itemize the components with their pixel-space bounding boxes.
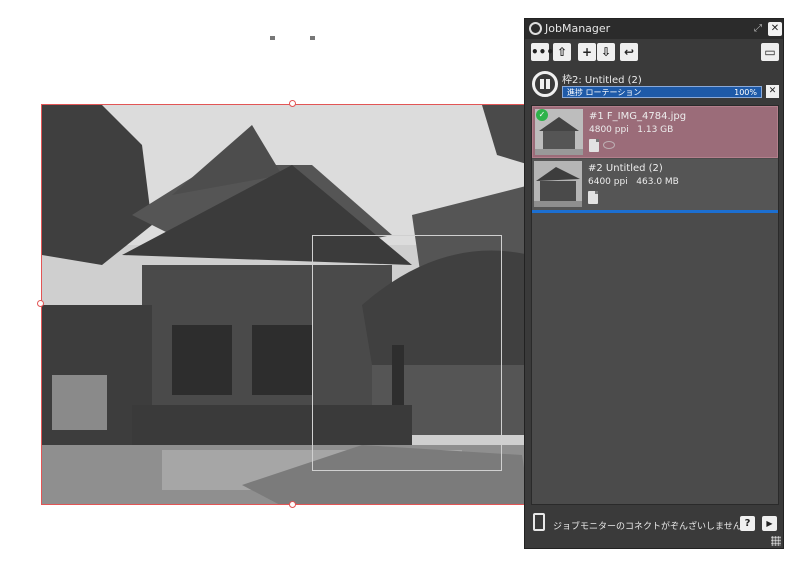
rotate-button[interactable]: ↩ (620, 43, 638, 61)
job-list[interactable]: ✓ #1 F_IMG_4784.jpg 4800 ppi 1.13 GB #2 … (531, 105, 779, 505)
progress-percent: 100% (734, 88, 757, 97)
progress-bar: 進捗 ローテーション 100% (562, 86, 762, 98)
job-item[interactable]: ✓ #1 F_IMG_4784.jpg 4800 ppi 1.13 GB (532, 106, 778, 158)
job-name: #2 Untitled (2) (588, 163, 663, 174)
move-down-button[interactable]: ⇩ (597, 43, 615, 61)
connection-status: ジョブモニターのコネクトがぞんざいしません (553, 522, 742, 532)
job-thumbnail (534, 161, 582, 207)
selection-handle-top[interactable] (289, 100, 296, 107)
job-info: 4800 ppi 1.13 GB (589, 125, 674, 135)
panel-title: JobManager (545, 22, 611, 35)
guide-marker (270, 36, 275, 40)
cancel-job-button[interactable]: ✕ (766, 85, 779, 98)
job-info: 6400 ppi 463.0 MB (588, 177, 679, 187)
clipboard-icon[interactable]: ▭ (761, 43, 779, 61)
start-button[interactable]: ▶ (762, 516, 777, 531)
document-icon (589, 139, 599, 152)
crop-guide[interactable] (312, 235, 502, 471)
pause-icon (546, 79, 550, 89)
app-logo-icon (529, 22, 542, 35)
drop-indicator (532, 210, 778, 213)
selection-handle-bottom[interactable] (289, 501, 296, 508)
resize-grip-icon[interactable] (771, 536, 781, 546)
help-button[interactable]: ? (740, 516, 755, 531)
preview-eye-icon[interactable] (603, 141, 615, 149)
photo-selection[interactable] (41, 104, 529, 505)
completed-check-icon: ✓ (536, 109, 548, 121)
document-icon (588, 191, 598, 204)
panel-titlebar[interactable]: JobManager ⤢ ✕ (525, 19, 783, 39)
progress-label: 進捗 ローテーション (567, 88, 642, 97)
more-options-button[interactable]: ••• (531, 43, 554, 61)
close-button[interactable]: ✕ (768, 22, 782, 36)
job-name: #1 F_IMG_4784.jpg (589, 111, 687, 122)
current-job-title: 枠2: Untitled (2) (562, 75, 642, 86)
job-manager-panel: JobManager ⤢ ✕ ••• ⇧ + ⇩ ↩ ▭ 枠2: Untitle… (524, 18, 784, 549)
add-job-button[interactable]: + (578, 43, 596, 61)
pause-button[interactable] (532, 71, 558, 97)
job-item[interactable]: #2 Untitled (2) 6400 ppi 463.0 MB (532, 159, 778, 211)
selection-handle-left[interactable] (37, 300, 44, 307)
move-up-button[interactable]: ⇧ (553, 43, 571, 61)
pause-icon (540, 79, 544, 89)
expand-icon[interactable]: ⤢ (751, 22, 765, 36)
mobile-device-icon[interactable] (533, 513, 545, 531)
guide-marker (310, 36, 315, 40)
